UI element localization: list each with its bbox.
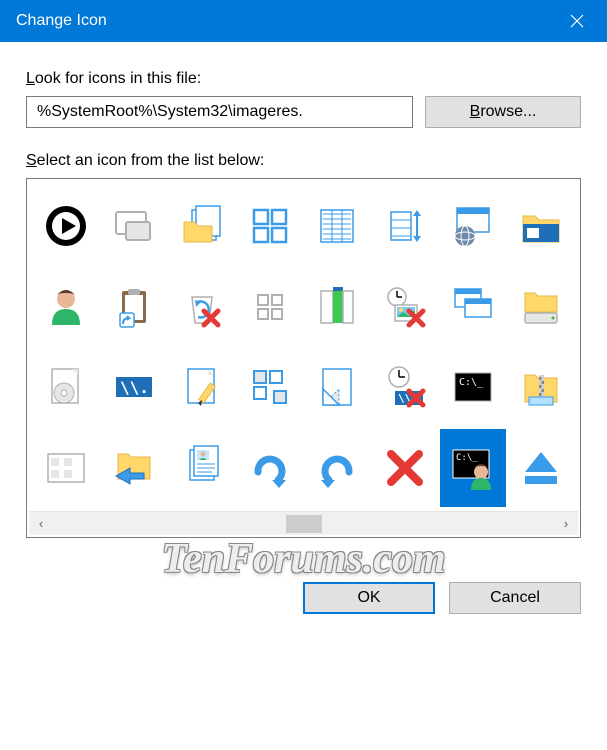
user-head-icon[interactable] xyxy=(33,268,99,347)
dialog-content: Look for icons in this file: Browse... S… xyxy=(0,42,607,634)
grid-offset-icon[interactable] xyxy=(237,348,303,427)
screen-mirror-icon[interactable] xyxy=(101,187,167,266)
resize-vertical-icon[interactable] xyxy=(372,187,438,266)
redo-icon[interactable] xyxy=(237,429,303,508)
recycle-delete-icon[interactable] xyxy=(169,268,235,347)
window-cascade-icon[interactable] xyxy=(440,268,506,347)
folder-back-icon[interactable] xyxy=(101,429,167,508)
command-prompt-icon[interactable]: C:\_ xyxy=(440,348,506,427)
look-label: Look for icons in this file: xyxy=(26,70,581,88)
page-contact-icon[interactable] xyxy=(169,429,235,508)
delete-x-icon[interactable] xyxy=(372,429,438,508)
ok-button[interactable]: OK xyxy=(303,582,435,614)
panel-green-icon[interactable] xyxy=(305,268,371,347)
titlebar: Change Icon xyxy=(0,0,607,42)
list-detail-icon[interactable] xyxy=(305,187,371,266)
svg-text:\\..: \\.. xyxy=(120,378,158,397)
scroll-track[interactable] xyxy=(53,512,554,536)
file-row: Browse... xyxy=(26,96,581,128)
network-path-icon[interactable]: \\.. xyxy=(101,348,167,427)
layout-tiles-icon[interactable] xyxy=(33,429,99,508)
time-picture-delete-icon[interactable] xyxy=(372,268,438,347)
icon-grid: \\.. \\.. C:\_ C:\_ xyxy=(29,183,578,511)
svg-text:C:\_: C:\_ xyxy=(456,453,478,463)
page-disc-icon[interactable] xyxy=(33,348,99,427)
svg-text:C:\_: C:\_ xyxy=(459,377,484,388)
window-title: Change Icon xyxy=(16,12,107,30)
time-network-icon[interactable]: \\.. xyxy=(372,348,438,427)
zip-folder-icon[interactable] xyxy=(508,348,574,427)
folder-explorer-icon[interactable] xyxy=(508,187,574,266)
drive-folder-icon[interactable] xyxy=(508,268,574,347)
horizontal-scrollbar[interactable]: ‹ › xyxy=(29,511,578,535)
icon-list-box: \\.. \\.. C:\_ C:\_ ‹ › xyxy=(26,178,581,538)
scroll-thumb[interactable] xyxy=(286,515,322,533)
window-globe-icon[interactable] xyxy=(440,187,506,266)
grid-small-icon[interactable] xyxy=(237,268,303,347)
eject-icon[interactable] xyxy=(508,429,574,508)
button-row: OK Cancel xyxy=(26,582,581,614)
grid-four-icon[interactable] xyxy=(237,187,303,266)
cancel-button[interactable]: Cancel xyxy=(449,582,581,614)
clipboard-shortcut-icon[interactable] xyxy=(101,268,167,347)
select-label: Select an icon from the list below: xyxy=(26,152,581,170)
close-button[interactable] xyxy=(547,0,607,42)
folder-copy-icon[interactable] xyxy=(169,187,235,266)
scroll-left-arrow-icon[interactable]: ‹ xyxy=(29,512,53,536)
browse-button[interactable]: Browse... xyxy=(425,96,581,128)
page-fold-icon[interactable] xyxy=(305,348,371,427)
file-path-input[interactable] xyxy=(26,96,413,128)
play-circle-icon[interactable] xyxy=(33,187,99,266)
cmd-user-icon[interactable]: C:\_ xyxy=(440,429,506,508)
page-pencil-icon[interactable] xyxy=(169,348,235,427)
undo-icon[interactable] xyxy=(305,429,371,508)
scroll-right-arrow-icon[interactable]: › xyxy=(554,512,578,536)
